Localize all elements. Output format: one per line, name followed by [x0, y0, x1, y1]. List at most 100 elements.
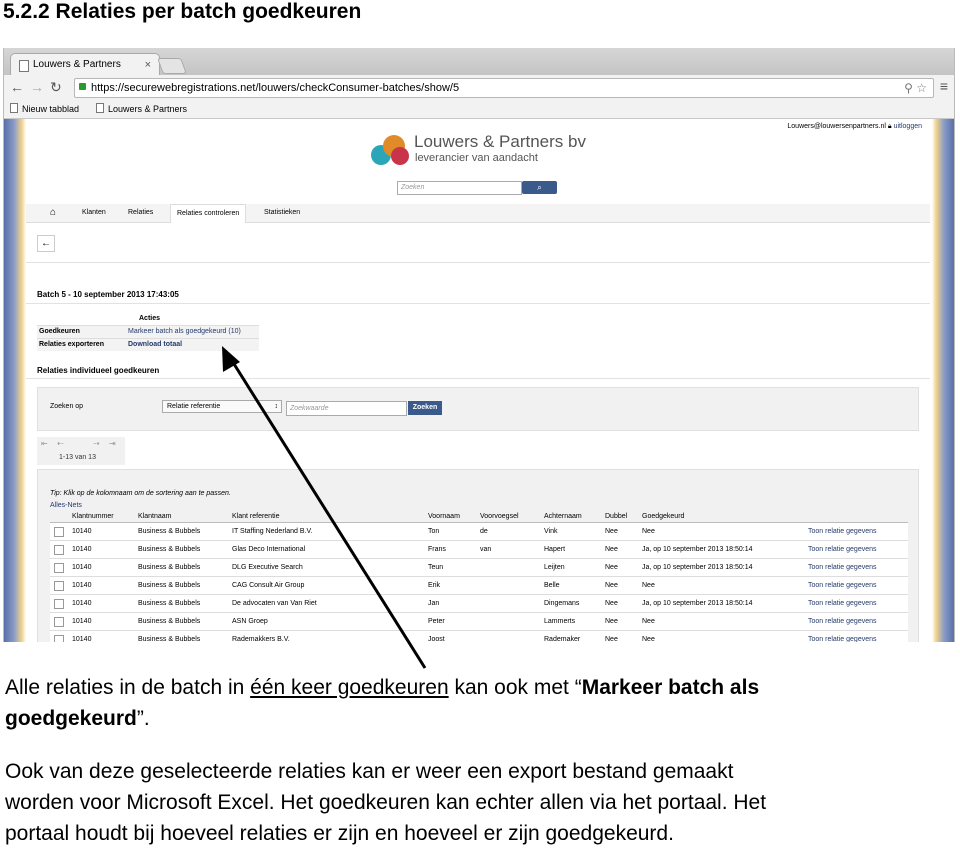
row-checkbox[interactable]	[54, 527, 64, 537]
table-cell: Teun	[428, 564, 444, 571]
paragraph-2: Ook van deze geselecteerde relaties kan …	[5, 756, 766, 849]
table-cell: de	[480, 528, 488, 535]
table-cell: ASN Groep	[232, 618, 268, 625]
site-search-input[interactable]: Zoeken	[397, 181, 522, 195]
row-checkbox[interactable]	[54, 635, 64, 642]
batch-title: Batch 5 - 10 september 2013 17:43:05	[37, 290, 179, 299]
first-page-icon[interactable]: ⇤	[41, 439, 48, 448]
table-row: 10140 Business & Bubbels ASN Groep Peter Lam…	[50, 613, 908, 631]
page-icon	[96, 103, 104, 113]
col-header[interactable]: Klantnaam	[138, 511, 171, 522]
table-cell: 10140	[72, 528, 92, 535]
nav-klanten[interactable]: Klanten	[82, 204, 106, 222]
logout-link[interactable]: uitloggen	[894, 123, 922, 130]
last-page-icon[interactable]: ⇥	[109, 439, 116, 448]
bookmark-label: Louwers & Partners	[108, 104, 188, 114]
download-total-link[interactable]: Download totaal	[128, 339, 182, 351]
bold-text: goedgekeurd	[5, 707, 137, 730]
show-relation-link[interactable]: Toon relatie gegevens	[808, 541, 877, 558]
col-header[interactable]: Klantnummer	[72, 511, 114, 522]
table-cell: Business & Bubbels	[138, 582, 201, 589]
table-cell: 10140	[72, 564, 92, 571]
table-cell: Peter	[428, 618, 445, 625]
row-checkbox[interactable]	[54, 545, 64, 555]
underlined-text: één keer goedkeuren	[250, 676, 449, 699]
show-relation-link[interactable]: Toon relatie gegevens	[808, 577, 877, 594]
bookmark-louwers[interactable]: Louwers & Partners	[96, 101, 187, 118]
search-icon[interactable]: ⌕	[522, 181, 557, 194]
acties-row: Relaties exporteren Download totaal	[37, 338, 259, 351]
row-checkbox[interactable]	[54, 581, 64, 591]
nav-relaties[interactable]: Relaties	[128, 204, 153, 222]
nav-statistieken[interactable]: Statistieken	[264, 204, 300, 222]
show-relation-link[interactable]: Toon relatie gegevens	[808, 613, 877, 630]
browser-tab[interactable]: Louwers & Partners ×	[10, 53, 160, 76]
close-icon[interactable]: ×	[145, 54, 151, 76]
show-relation-link[interactable]: Toon relatie gegevens	[808, 523, 877, 540]
acties-header: Acties	[139, 315, 161, 322]
filter-label: Zoeken op	[50, 403, 84, 410]
acties-label: Relaties exporteren	[39, 341, 104, 348]
lock-icon: 🔒︎	[887, 123, 892, 130]
page-icon	[19, 60, 29, 72]
table-cell: Nee	[642, 636, 655, 642]
show-relation-link[interactable]: Toon relatie gegevens	[808, 595, 877, 612]
table-cell: Nee	[605, 564, 618, 571]
col-header[interactable]: Klant referentie	[232, 511, 279, 522]
acties-row: Goedkeuren Markeer batch als goedgekeurd…	[37, 325, 259, 338]
table-cell: IT Staffing Nederland B.V.	[232, 528, 313, 535]
row-checkbox[interactable]	[54, 563, 64, 573]
filter-search-input[interactable]: Zoekwaarde	[286, 401, 407, 416]
row-checkbox[interactable]	[54, 617, 64, 627]
back-button[interactable]: ←	[37, 235, 55, 252]
user-line: Louwers@louwersenpartners.nl 🔒︎ uitlogge…	[787, 123, 922, 131]
row-checkbox[interactable]	[54, 599, 64, 609]
menu-icon[interactable]: ≡	[940, 78, 948, 94]
table-cell: Nee	[605, 618, 618, 625]
new-tab-button[interactable]	[157, 58, 187, 74]
next-page-icon[interactable]: ⇢	[93, 439, 100, 448]
relations-table-panel: Tip: Klik op de kolomnaam om de sorterin…	[37, 469, 919, 642]
table-cell: Dingemans	[544, 600, 580, 607]
table-cell: CAG Consult Air Group	[232, 582, 305, 589]
table-cell: Nee	[605, 636, 618, 642]
table-cell: Nee	[605, 582, 618, 589]
reload-icon[interactable]: ↻	[50, 79, 62, 96]
home-icon[interactable]: ⌂	[50, 204, 56, 222]
table-cell: Belle	[544, 582, 560, 589]
browser-screenshot: Louwers & Partners × ← → ↻ https://secur…	[3, 48, 955, 642]
table-cell: Erik	[428, 582, 441, 589]
show-relation-link[interactable]: Toon relatie gegevens	[808, 631, 877, 642]
col-header[interactable]: Voorvoegsel	[480, 511, 519, 522]
bookmark-new-tab[interactable]: Nieuw tabblad	[10, 101, 79, 118]
back-arrow-icon[interactable]: ←	[10, 79, 24, 95]
text-line: Ook van deze geselecteerde relaties kan …	[5, 760, 734, 783]
table-row: 10140 Business & Bubbels CAG Consult Air G…	[50, 577, 908, 595]
table-cell: Business & Bubbels	[138, 546, 201, 553]
table-cell: Nee	[642, 618, 655, 625]
col-header[interactable]: Dubbel	[605, 511, 627, 522]
col-header[interactable]: Goedgekeurd	[642, 511, 684, 522]
table-cell: Lammerts	[544, 618, 576, 625]
prev-page-icon[interactable]: ⇠	[57, 439, 64, 448]
table-cell: Nee	[642, 528, 655, 535]
table-cell: Jan	[428, 600, 440, 607]
table-cell: Business & Bubbels	[138, 528, 201, 535]
table-cell: Ja, op 10 september 2013 18:50:14	[642, 600, 753, 607]
show-relation-link[interactable]: Toon relatie gegevens	[808, 559, 877, 576]
col-header[interactable]: Voornaam	[428, 511, 460, 522]
filter-search-button[interactable]: Zoeken	[408, 401, 442, 415]
url-field[interactable]: https://securewebregistrations.net/louwe…	[74, 78, 934, 98]
acties-label: Goedkeuren	[39, 328, 80, 335]
filter-select[interactable]: Relatie referentie ↕	[162, 400, 282, 413]
forward-arrow-icon[interactable]: →	[30, 79, 44, 95]
sort-tip: Tip: Klik op de kolomnaam om de sorterin…	[50, 490, 231, 497]
mark-batch-approved-link[interactable]: Markeer batch als goedgekeurd (10)	[128, 326, 241, 338]
bookmark-label: Nieuw tabblad	[22, 104, 80, 114]
table-cell: Rademakkers B.V.	[232, 636, 290, 642]
nav-relaties-controleren[interactable]: Relaties controleren	[170, 204, 247, 223]
lock-icon	[79, 83, 86, 90]
select-all-link[interactable]: Alles-Nets	[50, 502, 82, 509]
col-header[interactable]: Achternaam	[544, 511, 582, 522]
zoom-star-icons[interactable]: ⚲ ☆	[904, 79, 927, 97]
